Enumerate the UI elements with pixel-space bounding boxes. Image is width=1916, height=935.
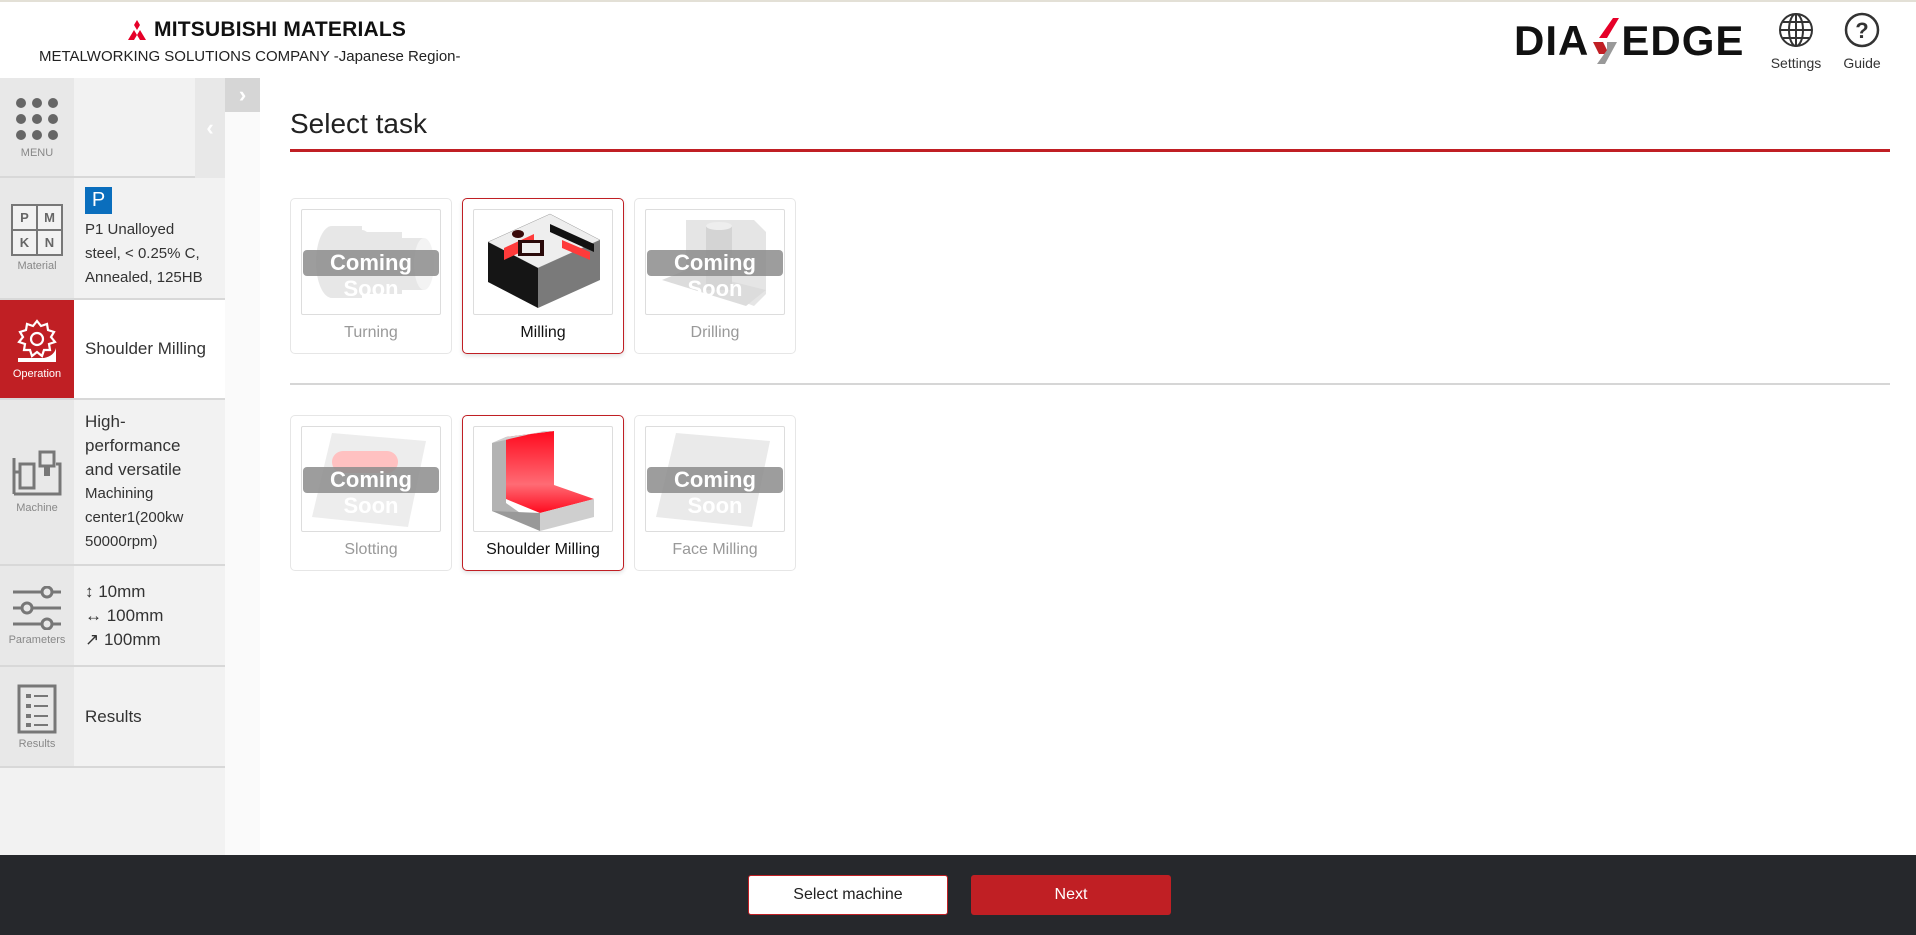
sidebar-item-results[interactable]: Results Results <box>0 667 225 768</box>
next-button[interactable]: Next <box>971 875 1171 915</box>
company-name: METALWORKING SOLUTIONS COMPANY -Japanese… <box>39 48 461 65</box>
machine-line: and versatile <box>85 460 182 479</box>
brand-name: MITSUBISHI MATERIALS <box>154 18 407 41</box>
logo-text-right: EDGE <box>1621 17 1745 64</box>
milling-image-icon <box>487 213 601 308</box>
machine-line: Machining <box>85 485 154 502</box>
chevron-left-icon: ‹ <box>206 115 214 140</box>
task-card-turning[interactable]: Coming Soon Turning <box>290 198 452 354</box>
task-name: Slotting <box>344 541 398 558</box>
guide-label: Guide <box>1843 55 1881 71</box>
machine-line: performance <box>85 436 181 455</box>
task-name: Shoulder Milling <box>486 541 600 558</box>
machine-line: High- <box>85 412 126 431</box>
footer-bar: Select machine Next <box>0 855 1916 935</box>
coming-soon-badge: Coming Soon <box>647 250 783 301</box>
expand-sidebar-button[interactable]: › <box>225 78 260 112</box>
machine-line: 50000rpm) <box>85 533 158 550</box>
coming-soon-badge: Coming Soon <box>303 250 439 301</box>
guide-button[interactable]: ? Guide <box>1832 12 1892 71</box>
title-underline <box>290 149 1890 152</box>
page-title: Select task <box>290 108 427 139</box>
section-divider <box>290 383 1890 385</box>
task-card-face-milling[interactable]: Coming Soon Face Milling <box>634 415 796 571</box>
app-header: MITSUBISHI MATERIALS METALWORKING SOLUTI… <box>0 2 1916 78</box>
settings-button[interactable]: Settings <box>1766 12 1826 71</box>
chevron-right-icon: › <box>238 82 247 107</box>
machine-caption: Machine <box>16 502 58 514</box>
task-name: Turning <box>344 324 398 341</box>
sidebar-gutter <box>225 78 260 855</box>
results-value: Results <box>85 706 142 726</box>
shoulder-milling-image-icon <box>492 431 594 531</box>
sidebar-item-parameters[interactable]: Parameters ↕ 10mm ↔ 100mm ↗ 100mm <box>0 566 225 667</box>
task-card-milling[interactable]: Milling <box>462 198 624 354</box>
material-grid-icon: P M K N <box>11 204 63 256</box>
menu-grid-icon <box>16 98 58 140</box>
material-group-badge: P <box>85 186 112 214</box>
task-name: Milling <box>520 324 566 341</box>
diaedge-mark-icon <box>1593 18 1620 64</box>
sliders-icon <box>13 585 61 630</box>
sidebar-menu[interactable]: MENU <box>0 78 225 178</box>
milling-cutter-icon <box>17 319 57 362</box>
coming-soon-badge: Coming Soon <box>303 467 439 518</box>
task-card-slotting[interactable]: Coming Soon Slotting <box>290 415 452 571</box>
material-line: Annealed, 125HB <box>85 268 203 286</box>
sidebar-item-operation[interactable]: Operation Shoulder Milling <box>0 300 225 400</box>
results-caption: Results <box>18 737 56 750</box>
task-card-drilling[interactable]: Coming Soon Drilling <box>634 198 796 354</box>
material-caption: Material <box>17 260 57 272</box>
help-icon: ? <box>1844 12 1880 48</box>
task-name: Drilling <box>690 324 740 341</box>
parameters-caption: Parameters <box>8 633 66 646</box>
svg-text:?: ? <box>1855 18 1868 43</box>
width-value: ↔ 100mm <box>85 605 164 625</box>
three-diamonds-icon <box>128 20 146 40</box>
machine-icon <box>12 450 62 496</box>
depth-value: ↕ 10mm <box>85 581 146 601</box>
material-line: P1 Unalloyed <box>85 220 175 238</box>
task-card-shoulder-milling[interactable]: Shoulder Milling <box>462 415 624 571</box>
select-machine-button[interactable]: Select machine <box>748 875 948 915</box>
length-value: ↗ 100mm <box>85 629 161 649</box>
collapse-sidebar-button[interactable]: ‹ <box>195 78 225 178</box>
mitsubishi-logo: MITSUBISHI MATERIALS <box>126 18 406 42</box>
settings-label: Settings <box>1770 55 1822 71</box>
coming-soon-badge: Coming Soon <box>647 467 783 518</box>
operation-caption: Operation <box>12 368 62 380</box>
material-line: steel, < 0.25% C, <box>85 244 200 262</box>
diaedge-logo: DIA EDGE <box>1514 16 1744 66</box>
task-name: Face Milling <box>672 541 758 558</box>
globe-icon <box>1779 13 1813 47</box>
sidebar-item-material[interactable]: P M K N Material P P1 Unalloyed steel, <… <box>0 178 225 300</box>
menu-label: MENU <box>20 147 54 159</box>
results-list-icon <box>17 684 57 733</box>
operation-value: Shoulder Milling <box>85 339 206 358</box>
sidebar-item-machine[interactable]: Machine High- performance and versatile … <box>0 400 225 566</box>
logo-text-left: DIA <box>1514 17 1590 64</box>
machine-line: center1(200kw <box>85 509 184 526</box>
